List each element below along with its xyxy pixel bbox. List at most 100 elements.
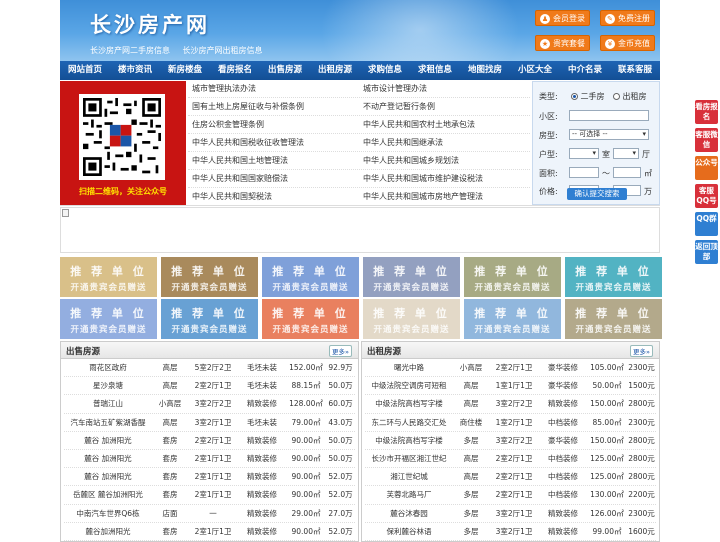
law-link[interactable]: 中华人民共和国契税法 <box>188 188 359 205</box>
table-row[interactable]: 麓谷加洲阳光 套房 2室1厅1卫 精致装修 90.00㎡ 52.0万 <box>64 523 355 541</box>
sub-link-rent[interactable]: 长沙房产网出租房信息 <box>183 46 263 55</box>
listing-name[interactable]: 芙蓉北路马厂 <box>365 486 453 503</box>
table-row[interactable]: 湘江世纪城 高层 2室2厅1卫 中档装修 125.00㎡ 2800元 <box>365 468 656 487</box>
table-row[interactable]: 麓谷 加洲阳光 套房 2室2厅1卫 精致装修 90.00㎡ 50.0万 <box>64 432 355 450</box>
recommend-tile[interactable]: 推 荐 单 位开通贵宾会员赠送 <box>565 257 662 297</box>
register-button[interactable]: ✎ 免费注册 <box>600 10 655 26</box>
recommend-tile[interactable]: 推 荐 单 位开通贵宾会员赠送 <box>262 299 359 339</box>
room-select[interactable]: -- 可选择 -- ▾ <box>569 129 649 140</box>
recommend-tile[interactable]: 推 荐 单 位开通贵宾会员赠送 <box>60 257 157 297</box>
listing-name[interactable]: 麓谷加洲阳光 <box>64 523 152 540</box>
recommend-tile[interactable]: 推 荐 单 位开通贵宾会员赠送 <box>565 299 662 339</box>
side-tab[interactable]: 返回顶部 <box>695 240 718 264</box>
law-link[interactable]: 住房公积金管理条例 <box>188 116 359 133</box>
table-row[interactable]: 麓谷沐春园 多层 3室2厅1卫 精致装修 126.00㎡ 2300元 <box>365 505 656 523</box>
listing-name[interactable]: 东二环与人民路交汇处 <box>365 414 453 431</box>
room-count-select[interactable]: ▾ <box>569 148 599 159</box>
community-input[interactable] <box>569 110 649 121</box>
radio-secondhand[interactable] <box>571 93 578 100</box>
law-link[interactable]: 中华人民共和国城市房地产管理法 <box>359 188 530 205</box>
nav-wanted-buy[interactable]: 求购信息 <box>360 61 410 80</box>
type-option-rent[interactable]: 出租房 <box>613 91 647 102</box>
recommend-tile[interactable]: 推 荐 单 位开通贵宾会员赠送 <box>161 257 258 297</box>
nav-contact[interactable]: 联系客服 <box>610 61 660 80</box>
rent-more-link[interactable]: 更多» <box>630 345 653 357</box>
table-row[interactable]: 中级法院高档写字楼 高层 3室2厅2卫 精致装修 150.00㎡ 2800元 <box>365 395 656 414</box>
listing-name[interactable]: 长沙市开福区湘江世纪 <box>365 450 453 467</box>
nav-news[interactable]: 楼市资讯 <box>110 61 160 80</box>
sub-link-sale[interactable]: 长沙房产网二手房信息 <box>90 46 170 55</box>
listing-name[interactable]: 汽车南站五矿紫湖香醍 <box>64 414 152 431</box>
area-max-input[interactable] <box>613 167 641 178</box>
table-row[interactable]: 保利麓谷林语 多层 3室2厅1卫 精致装修 99.00㎡ 1600元 <box>365 523 656 541</box>
law-link[interactable]: 城市管理执法办法 <box>188 80 359 97</box>
recommend-tile[interactable]: 推 荐 单 位开通贵宾会员赠送 <box>464 257 561 297</box>
side-tab[interactable]: 客服微信 <box>695 128 718 152</box>
nav-agents[interactable]: 中介名录 <box>560 61 610 80</box>
search-submit-button[interactable]: 确认提交搜索 <box>567 188 627 200</box>
table-row[interactable]: 麓谷 加洲阳光 套房 2室1厅1卫 精致装修 90.00㎡ 52.0万 <box>64 468 355 487</box>
site-title[interactable]: 长沙房产网 <box>90 9 210 39</box>
table-row[interactable]: 汽车南站五矿紫湖香醍 高层 3室2厅1卫 毛坯未装 79.00㎡ 43.0万 <box>64 414 355 432</box>
law-link[interactable]: 中华人民共和国继承法 <box>359 134 530 151</box>
recommend-tile[interactable]: 推 荐 单 位开通贵宾会员赠送 <box>262 257 359 297</box>
law-link[interactable]: 不动产登记暂行条例 <box>359 98 530 115</box>
table-row[interactable]: 中南汽车世界Q6栋 店面 一 精致装修 29.00㎡ 27.0万 <box>64 505 355 523</box>
table-row[interactable]: 星沙泉塘 高层 2室2厅1卫 毛坯未装 88.15㎡ 50.0万 <box>64 377 355 396</box>
nav-map[interactable]: 地图找房 <box>460 61 510 80</box>
recommend-tile[interactable]: 推 荐 单 位开通贵宾会员赠送 <box>363 299 460 339</box>
table-row[interactable]: 长沙市开福区湘江世纪 高层 2室2厅1卫 中档装修 125.00㎡ 2800元 <box>365 450 656 469</box>
listing-name[interactable]: 麓谷 加洲阳光 <box>64 450 152 467</box>
recharge-button[interactable]: ¥ 金币充值 <box>600 35 655 51</box>
listing-name[interactable]: 麓谷沐春园 <box>365 505 453 522</box>
side-tab[interactable]: QQ群 <box>695 212 718 236</box>
nav-for-rent[interactable]: 出租房源 <box>310 61 360 80</box>
nav-communities[interactable]: 小区大全 <box>510 61 560 80</box>
listing-name[interactable]: 雨花区政府 <box>64 359 152 376</box>
listing-name[interactable]: 湘江世纪城 <box>365 468 453 485</box>
listing-name[interactable]: 中级法院空调房可短租 <box>365 377 453 394</box>
listing-name[interactable]: 中级法院高档写字楼 <box>365 432 453 449</box>
law-link[interactable]: 中华人民共和国城市维护建设税法 <box>359 170 530 187</box>
recommend-tile[interactable]: 推 荐 单 位开通贵宾会员赠送 <box>161 299 258 339</box>
recommend-tile[interactable]: 推 荐 单 位开通贵宾会员赠送 <box>60 299 157 339</box>
side-tab[interactable]: 看房报名 <box>695 100 718 124</box>
listing-name[interactable]: 岳麓区 麓谷加洲阳光 <box>64 486 152 503</box>
law-link[interactable]: 城市设计管理办法 <box>359 80 530 97</box>
table-row[interactable]: 芙蓉北路马厂 多层 2室2厅1卫 中档装修 130.00㎡ 2200元 <box>365 486 656 505</box>
listing-name[interactable]: 中南汽车世界Q6栋 <box>64 505 152 522</box>
listing-name[interactable]: 麓谷 加洲阳光 <box>64 468 152 485</box>
table-row[interactable]: 中级法院空调房可短租 高层 1室1厅1卫 豪华装修 50.00㎡ 1500元 <box>365 377 656 396</box>
recommend-tile[interactable]: 推 荐 单 位开通贵宾会员赠送 <box>363 257 460 297</box>
nav-wanted-rent[interactable]: 求租信息 <box>410 61 460 80</box>
nav-new-homes[interactable]: 新房楼盘 <box>160 61 210 80</box>
table-row[interactable]: 岳麓区 麓谷加洲阳光 套房 2室1厅1卫 精致装修 90.00㎡ 52.0万 <box>64 486 355 505</box>
listing-name[interactable]: 保利麓谷林语 <box>365 523 453 540</box>
radio-rent[interactable] <box>613 93 620 100</box>
listing-name[interactable]: 麓谷 加洲阳光 <box>64 432 152 449</box>
law-link[interactable]: 中华人民共和国农村土地承包法 <box>359 116 530 133</box>
ad-banner[interactable] <box>60 207 660 253</box>
law-link[interactable]: 中华人民共和国城乡规划法 <box>359 152 530 169</box>
table-row[interactable]: 东二环与人民路交汇处 商住楼 1室2厅1卫 中档装修 85.00㎡ 2300元 <box>365 414 656 432</box>
law-link[interactable]: 国有土地上房屋征收与补偿条例 <box>188 98 359 115</box>
law-link[interactable]: 中华人民共和国税收征收管理法 <box>188 134 359 151</box>
type-option-secondhand[interactable]: 二手房 <box>571 91 605 102</box>
listing-name[interactable]: 普瑞江山 <box>64 395 152 412</box>
table-row[interactable]: 曙光中路 小高层 2室2厅1卫 豪华装修 105.00㎡ 2300元 <box>365 359 656 378</box>
hall-count-select[interactable]: ▾ <box>613 148 639 159</box>
vip-package-button[interactable]: ★ 贵宾套餐 <box>535 35 590 51</box>
table-row[interactable]: 麓谷 加洲阳光 套房 2室1厅1卫 精致装修 90.00㎡ 50.0万 <box>64 450 355 469</box>
recommend-tile[interactable]: 推 荐 单 位开通贵宾会员赠送 <box>464 299 561 339</box>
listing-name[interactable]: 中级法院高档写字楼 <box>365 395 453 412</box>
table-row[interactable]: 普瑞江山 小高层 3室2厅2卫 精致装修 128.00㎡ 60.0万 <box>64 395 355 414</box>
table-row[interactable]: 中级法院高档写字楼 多层 3室2厅2卫 豪华装修 150.00㎡ 2800元 <box>365 432 656 450</box>
side-tab[interactable]: 公众号 <box>695 156 718 180</box>
nav-for-sale[interactable]: 出售房源 <box>260 61 310 80</box>
nav-viewing-signup[interactable]: 看房报名 <box>210 61 260 80</box>
table-row[interactable]: 雨花区政府 高层 5室2厅2卫 毛坯未装 152.00㎡ 92.9万 <box>64 359 355 378</box>
login-button[interactable]: ♟ 会员登录 <box>535 10 590 26</box>
sale-more-link[interactable]: 更多» <box>329 345 352 357</box>
law-link[interactable]: 中华人民共和国土地管理法 <box>188 152 359 169</box>
law-link[interactable]: 中华人民共和国国家赔偿法 <box>188 170 359 187</box>
